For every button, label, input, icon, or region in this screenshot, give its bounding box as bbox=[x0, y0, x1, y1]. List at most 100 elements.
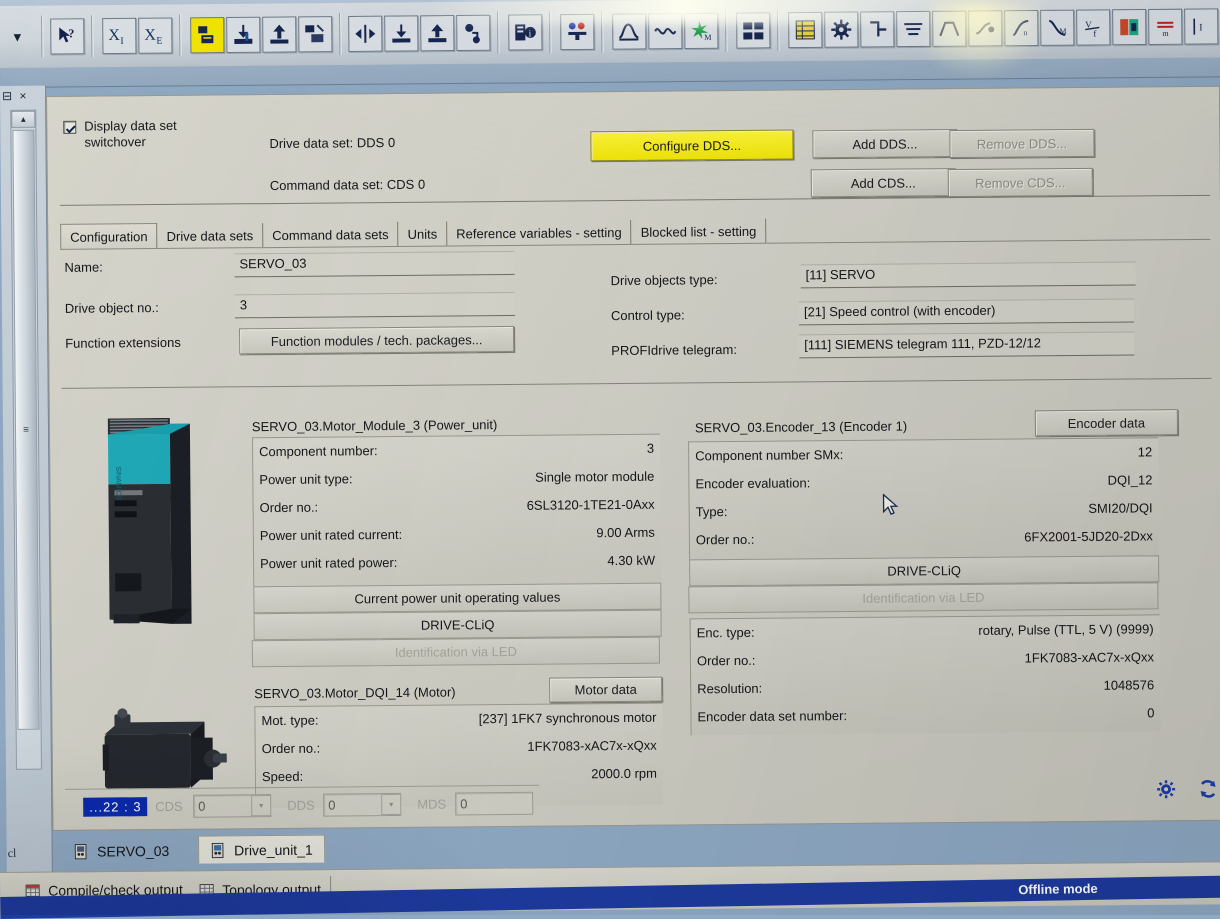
terminals-button[interactable] bbox=[860, 11, 894, 47]
copy-ram-to-rom-button[interactable] bbox=[456, 15, 490, 51]
parameter-list-button[interactable] bbox=[788, 12, 822, 48]
object-tab-label: Drive_unit_1 bbox=[234, 841, 313, 858]
tab-blocked-list-setting[interactable]: Blocked list - setting bbox=[632, 219, 767, 244]
open-loop-control-button[interactable] bbox=[968, 10, 1002, 46]
add-dds-button[interactable]: Add DDS... bbox=[812, 129, 957, 158]
svg-text:SINAMICS: SINAMICS bbox=[114, 466, 121, 500]
panel-close-icon[interactable]: ⊟ × bbox=[2, 89, 29, 103]
header-divider bbox=[60, 195, 1210, 206]
disconnect-target-button[interactable] bbox=[298, 16, 332, 52]
tab-units[interactable]: Units bbox=[398, 222, 447, 246]
download-to-target-button[interactable] bbox=[226, 17, 260, 53]
mds-select[interactable]: 0 bbox=[455, 792, 533, 816]
configuration-button[interactable] bbox=[824, 12, 858, 48]
xi-button[interactable]: X I bbox=[102, 18, 136, 54]
tab-drive-data-sets[interactable]: Drive data sets bbox=[157, 223, 263, 248]
vertical-scrollbar[interactable]: ▲ ≡ bbox=[10, 110, 42, 770]
scrollbar-thumb[interactable]: ≡ bbox=[12, 130, 39, 730]
panel-header: Display data set switchover Drive data s… bbox=[47, 87, 1220, 209]
expert-list-button[interactable] bbox=[736, 12, 770, 48]
power-unit-identification-via-led-button[interactable]: Identification via LED bbox=[252, 637, 660, 668]
upload-from-target-button[interactable] bbox=[262, 16, 296, 52]
refresh-button[interactable] bbox=[1193, 775, 1220, 803]
control-panel-icon bbox=[565, 20, 589, 44]
table-row: Order no.: 1FK7083-xAC7x-xQxx bbox=[256, 734, 663, 766]
power-unit-drive-cliq-button[interactable]: DRIVE-CLiQ bbox=[254, 610, 662, 641]
output-tab-bar: Compile/check output Topology output Off… bbox=[0, 861, 1220, 915]
encoder-data-button[interactable]: Encoder data bbox=[1035, 409, 1178, 436]
connect-target-device-button[interactable] bbox=[190, 17, 224, 53]
load-to-filesystem-button[interactable] bbox=[384, 15, 418, 51]
encoder-top-data-table: Component number SMx: 12 Encoder evaluat… bbox=[688, 437, 1159, 559]
device-diagnostics-button[interactable]: i bbox=[508, 14, 542, 50]
gear-icon bbox=[1156, 779, 1176, 799]
main-toolbar: ▾ ? X I X E bbox=[0, 0, 1220, 88]
row-key: Resolution: bbox=[697, 681, 762, 697]
drive-object-no-input[interactable]: 3 bbox=[235, 292, 515, 318]
profidrive-telegram-value[interactable]: [111] SIEMENS telegram 111, PZD-12/12 bbox=[799, 332, 1134, 359]
vf-control-button[interactable]: V f bbox=[1076, 9, 1110, 45]
toolbar-separator bbox=[91, 15, 93, 57]
help-pointer-button[interactable]: ? bbox=[50, 18, 84, 54]
x-subscript-e-icon: X E bbox=[142, 24, 168, 48]
messages-monitoring-button[interactable] bbox=[1112, 9, 1146, 45]
drive-objects-type-value[interactable]: [11] SERVO bbox=[800, 261, 1135, 288]
measuring-function-button[interactable]: M bbox=[684, 13, 718, 49]
data-set-badge: ...22 : 3 bbox=[83, 797, 148, 817]
speed-controller-button[interactable]: n bbox=[1004, 10, 1038, 46]
tab-configuration[interactable]: Configuration bbox=[60, 223, 158, 250]
xe-button[interactable]: X E bbox=[138, 17, 172, 53]
control-type-value[interactable]: [21] Speed control (with encoder) bbox=[799, 299, 1134, 326]
control-panel-button[interactable] bbox=[560, 14, 594, 50]
current-setpoint-button[interactable]: I bbox=[1184, 8, 1218, 44]
object-tab-drive-unit-1[interactable]: Drive_unit_1 bbox=[198, 835, 325, 864]
dds-dropdown-arrow-icon[interactable]: ▾ bbox=[381, 794, 401, 815]
dropdown-arrow-button[interactable]: ▾ bbox=[0, 19, 34, 55]
compare-arrows-icon bbox=[353, 22, 377, 46]
upload-icon bbox=[267, 22, 291, 46]
encoder-drive-cliq-button[interactable]: DRIVE-CLiQ bbox=[689, 555, 1159, 586]
checkbox-check-icon[interactable] bbox=[63, 121, 76, 134]
current-power-unit-operating-values-button[interactable]: Current power unit operating values bbox=[253, 583, 661, 614]
trace-button[interactable] bbox=[612, 13, 646, 49]
tab-command-data-sets[interactable]: Command data sets bbox=[263, 222, 399, 247]
row-key: Encoder data set number: bbox=[697, 708, 847, 724]
table-row: Component number SMx: 12 bbox=[689, 440, 1158, 472]
current-controller-button[interactable]: M bbox=[1040, 10, 1074, 46]
scroll-up-arrow[interactable]: ▲ bbox=[11, 111, 35, 128]
remove-cds-button[interactable]: Remove CDS... bbox=[948, 168, 1093, 197]
table-row: Enc. type: rotary, Pulse (TTL, 5 V) (999… bbox=[691, 617, 1160, 649]
drive-objects-type-label: Drive objects type: bbox=[611, 272, 718, 288]
limits-button[interactable]: m bbox=[1148, 9, 1182, 45]
name-input[interactable]: SERVO_03 bbox=[234, 251, 514, 277]
remove-dds-button[interactable]: Remove DDS... bbox=[949, 129, 1094, 158]
table-row: Resolution: 1048576 bbox=[691, 673, 1160, 705]
row-key: Encoder evaluation: bbox=[695, 475, 810, 491]
setpoint-lines-icon bbox=[902, 18, 924, 40]
left-docked-panel: ⊟ × ▲ ≡ cl t s ▸ bbox=[0, 86, 53, 915]
settings-gear-button[interactable] bbox=[1151, 775, 1181, 803]
motor-data-button[interactable]: Motor data bbox=[549, 677, 662, 703]
function-modules-tech-packages-button[interactable]: Function modules / tech. packages... bbox=[239, 326, 514, 354]
tab-reference-variables-setting[interactable]: Reference variables - setting bbox=[447, 220, 632, 246]
disconnect-device-icon bbox=[303, 22, 327, 46]
cds-dropdown-arrow-icon[interactable]: ▾ bbox=[251, 795, 271, 816]
open-loop-icon bbox=[974, 17, 996, 39]
function-generator-button[interactable] bbox=[648, 13, 682, 49]
display-data-set-switchover-checkbox[interactable]: Display data set switchover bbox=[63, 118, 214, 151]
add-cds-button[interactable]: Add CDS... bbox=[811, 168, 956, 197]
compare-button[interactable] bbox=[348, 16, 382, 52]
sine-wave-icon bbox=[653, 19, 677, 43]
function-extensions-label: Function extensions bbox=[65, 335, 181, 351]
encoder-identification-via-led-button[interactable]: Identification via LED bbox=[688, 582, 1158, 613]
object-tab-servo-03[interactable]: SERVO_03 bbox=[62, 837, 180, 866]
load-from-filesystem-button[interactable] bbox=[420, 15, 454, 51]
setpoint-channel-button[interactable] bbox=[896, 11, 930, 47]
cds-label: CDS bbox=[155, 799, 183, 814]
toolbar-group-xi-xe: X I X E bbox=[98, 17, 176, 54]
toolbar-separator bbox=[601, 11, 603, 53]
configure-dds-button[interactable]: Configure DDS... bbox=[590, 129, 793, 161]
table-list-icon bbox=[794, 19, 816, 41]
load-up-icon bbox=[425, 21, 449, 45]
ramp-function-button[interactable] bbox=[932, 11, 966, 47]
